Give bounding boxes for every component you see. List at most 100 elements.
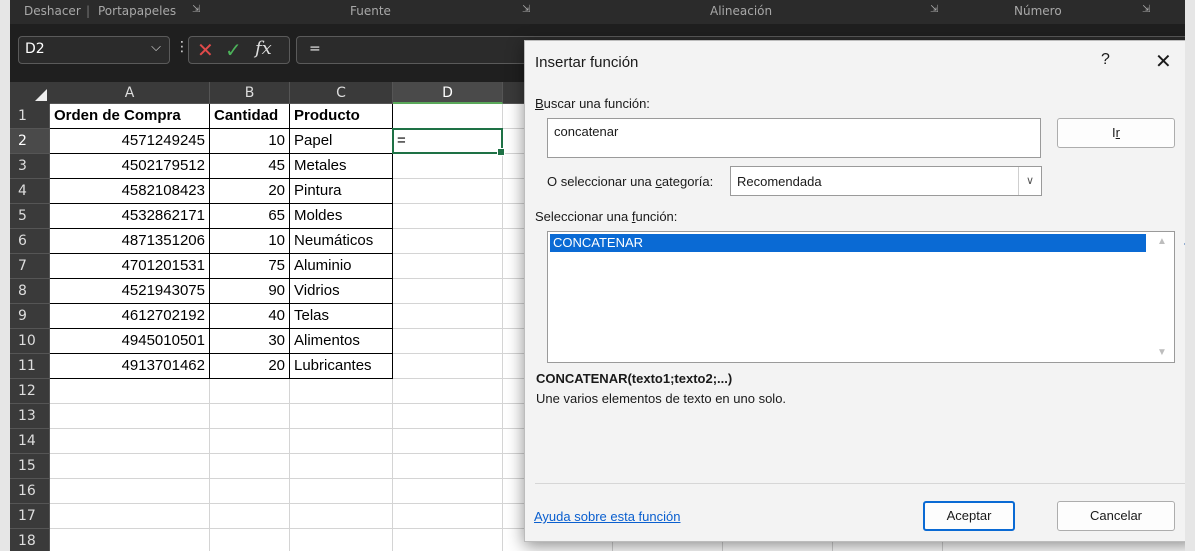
cell[interactable]: Telas [290,304,393,329]
cell[interactable]: 4945010501 [50,329,210,354]
scroll-down-icon[interactable]: ▼ [1157,347,1167,358]
cell[interactable]: 4502179512 [50,154,210,179]
function-list[interactable]: CONCATENAR ▲ ▼ [547,231,1175,363]
cell[interactable]: 4571249245 [50,129,210,154]
cell[interactable] [393,179,503,204]
cell[interactable]: 4871351206 [50,229,210,254]
column-header-d[interactable]: D [393,82,503,104]
insert-function-icon[interactable]: fx [255,38,272,59]
more-vertical-icon[interactable]: ⋮ [175,39,189,55]
cell[interactable]: 40 [210,304,290,329]
cell[interactable]: Lubricantes [290,354,393,379]
cell[interactable] [210,529,290,551]
chevron-down-icon[interactable]: ∨ [1018,167,1041,195]
cell[interactable] [50,404,210,429]
row-header-17[interactable]: 17 [10,504,50,529]
header-cell[interactable]: Cantidad [210,104,290,129]
search-input[interactable]: concatenar [547,118,1041,158]
row-header-3[interactable]: 3 [10,154,50,179]
row-header-4[interactable]: 4 [10,179,50,204]
cell[interactable]: Pintura [290,179,393,204]
row-header-12[interactable]: 12 [10,379,50,404]
cell[interactable] [210,454,290,479]
dialog-launcher-icon[interactable]: ⇲ [930,4,938,15]
chevron-down-icon[interactable]: ⌵ [151,40,161,55]
name-box[interactable]: D2 ⌵ [18,36,170,64]
row-header-15[interactable]: 15 [10,454,50,479]
cell[interactable]: 10 [210,129,290,154]
cell[interactable] [393,254,503,279]
row-header-1[interactable]: 1 [10,104,50,129]
cell[interactable]: 10 [210,229,290,254]
cell[interactable] [210,504,290,529]
cell[interactable] [290,529,393,551]
cell[interactable]: Papel [290,129,393,154]
dialog-launcher-icon[interactable]: ⇲ [192,4,200,15]
cell[interactable]: 4913701462 [50,354,210,379]
cell[interactable] [393,304,503,329]
cell[interactable] [50,529,210,551]
cell[interactable] [50,429,210,454]
cell[interactable] [393,404,503,429]
cell[interactable] [290,429,393,454]
row-header-16[interactable]: 16 [10,479,50,504]
cell[interactable]: Aluminio [290,254,393,279]
scroll-up-icon[interactable]: ▲ [1157,236,1167,247]
cell[interactable] [290,404,393,429]
cell[interactable] [393,454,503,479]
cell[interactable] [290,504,393,529]
row-header-10[interactable]: 10 [10,329,50,354]
column-header-b[interactable]: B [210,82,290,104]
row-header-6[interactable]: 6 [10,229,50,254]
row-header-14[interactable]: 14 [10,429,50,454]
cell[interactable]: 30 [210,329,290,354]
cell[interactable] [393,329,503,354]
row-header-2[interactable]: 2 [10,129,50,154]
cell[interactable] [393,479,503,504]
row-header-18[interactable]: 18 [10,529,50,551]
dialog-launcher-icon[interactable]: ⇲ [1142,4,1150,15]
cancel-button[interactable]: Cancelar [1057,501,1175,531]
function-item-concatenar[interactable]: CONCATENAR [550,234,1146,252]
cell[interactable]: 45 [210,154,290,179]
row-header-11[interactable]: 11 [10,354,50,379]
help-link[interactable]: Ayuda sobre esta función [534,509,680,524]
cell[interactable]: 4701201531 [50,254,210,279]
cell[interactable] [393,104,503,129]
cell[interactable] [393,154,503,179]
category-select[interactable]: Recomendada ∨ [730,166,1042,196]
cancel-icon[interactable]: ✕ [197,38,214,62]
cell[interactable]: Alimentos [290,329,393,354]
row-header-7[interactable]: 7 [10,254,50,279]
cell[interactable]: 20 [210,179,290,204]
cell[interactable] [50,454,210,479]
cell[interactable]: 20 [210,354,290,379]
cell[interactable]: 4521943075 [50,279,210,304]
cell[interactable] [210,429,290,454]
cell[interactable]: Vidrios [290,279,393,304]
cell[interactable]: 90 [210,279,290,304]
enter-check-icon[interactable]: ✓ [225,38,242,62]
close-icon[interactable]: ✕ [1155,49,1172,74]
row-header-13[interactable]: 13 [10,404,50,429]
column-header-c[interactable]: C [290,82,393,104]
cell[interactable] [210,404,290,429]
dialog-launcher-icon[interactable]: ⇲ [522,4,530,15]
cell[interactable]: Metales [290,154,393,179]
cell[interactable] [50,479,210,504]
column-header-a[interactable]: A [50,82,210,104]
cell[interactable] [50,504,210,529]
header-cell[interactable]: Producto [290,104,393,129]
cell[interactable] [393,379,503,404]
fill-handle[interactable] [497,148,505,156]
cell[interactable] [393,504,503,529]
cell[interactable]: 4582108423 [50,179,210,204]
cell[interactable] [393,204,503,229]
go-button[interactable]: Ir [1057,118,1175,148]
select-all-corner[interactable] [10,82,51,105]
row-header-8[interactable]: 8 [10,279,50,304]
cell[interactable] [290,479,393,504]
cell[interactable] [210,379,290,404]
header-cell[interactable]: Orden de Compra [50,104,210,129]
cell[interactable]: Neumáticos [290,229,393,254]
